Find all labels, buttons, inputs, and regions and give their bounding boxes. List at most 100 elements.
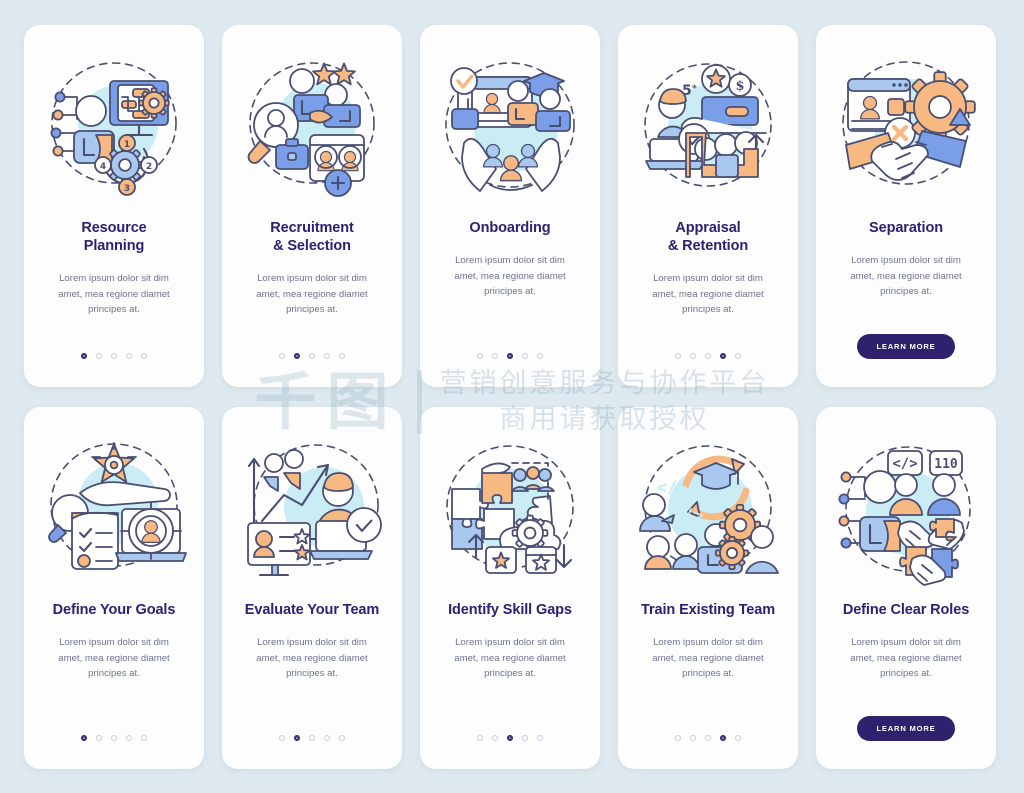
train-existing-team-illustration: </> </> xyxy=(628,429,788,589)
pagination-dot-1[interactable] xyxy=(477,735,483,741)
svg-text:3: 3 xyxy=(124,184,130,194)
pagination-dot-1[interactable] xyxy=(477,353,483,359)
pagination-dots[interactable] xyxy=(675,735,741,741)
card-body-text: Lorem ipsum dolor sit dim amet, mea regi… xyxy=(454,637,566,680)
card-footer: LEARN MORE xyxy=(816,334,996,359)
pagination-dot-1[interactable] xyxy=(675,353,681,359)
pagination-dot-3[interactable] xyxy=(111,735,117,741)
svg-text:$: $ xyxy=(735,79,744,94)
card-body-text: Lorem ipsum dolor sit dim amet, mea regi… xyxy=(58,637,170,680)
recruitment-selection-illustration xyxy=(232,47,392,207)
pagination-dots[interactable] xyxy=(477,735,543,741)
pagination-dot-2[interactable] xyxy=(492,353,498,359)
card-body-text: Lorem ipsum dolor sit dim amet, mea regi… xyxy=(652,637,764,680)
pagination-dot-3[interactable] xyxy=(111,353,117,359)
pagination-dot-5[interactable] xyxy=(537,353,543,359)
onboarding-card-identify-skill-gaps: Identify Skill Gaps Lorem ipsum dolor sit… xyxy=(420,407,600,769)
appraisal-retention-illustration: $ 5 * xyxy=(628,47,788,207)
card-footer xyxy=(420,735,600,741)
pagination-dot-5[interactable] xyxy=(141,353,147,359)
card-footer xyxy=(24,735,204,741)
pagination-dot-3-active[interactable] xyxy=(507,735,513,741)
card-footer xyxy=(420,353,600,359)
card-body-text: Lorem ipsum dolor sit dim amet, mea regi… xyxy=(256,273,368,316)
card-body-text: Lorem ipsum dolor sit dim amet, mea regi… xyxy=(454,255,566,298)
onboarding-card-recruitment-selection: Recruitment & Selection Lorem ipsum dolor… xyxy=(222,25,402,387)
pagination-dot-4[interactable] xyxy=(324,735,330,741)
define-clear-roles-illustration: </> 110 xyxy=(826,429,986,589)
card-body-text: Lorem ipsum dolor sit dim amet, mea regi… xyxy=(652,273,764,316)
pagination-dot-4[interactable] xyxy=(324,353,330,359)
pagination-dot-4[interactable] xyxy=(522,353,528,359)
pagination-dot-1[interactable] xyxy=(279,735,285,741)
pagination-dot-4-active[interactable] xyxy=(720,735,726,741)
pagination-dot-2[interactable] xyxy=(96,735,102,741)
pagination-dot-4[interactable] xyxy=(126,353,132,359)
pagination-dot-5[interactable] xyxy=(735,353,741,359)
pagination-dots[interactable] xyxy=(477,353,543,359)
separation-illustration xyxy=(826,47,986,207)
card-title: Define Clear Roles xyxy=(842,602,970,618)
pagination-dot-5[interactable] xyxy=(339,353,345,359)
svg-text:</>: </> xyxy=(892,456,917,472)
pagination-dot-1-active[interactable] xyxy=(81,735,87,741)
pagination-dot-5[interactable] xyxy=(537,735,543,741)
card-footer xyxy=(618,353,798,359)
pagination-dot-2-active[interactable] xyxy=(294,735,300,741)
pagination-dots[interactable] xyxy=(81,735,147,741)
pagination-dot-3-active[interactable] xyxy=(507,353,513,359)
card-title: Train Existing Team xyxy=(640,602,775,618)
pagination-dots[interactable] xyxy=(279,353,345,359)
pagination-dot-4[interactable] xyxy=(522,735,528,741)
pagination-dot-1[interactable] xyxy=(279,353,285,359)
card-footer xyxy=(222,735,402,741)
pagination-dot-4-active[interactable] xyxy=(720,353,726,359)
card-body-text: Lorem ipsum dolor sit dim amet, mea regi… xyxy=(850,637,962,680)
pagination-dot-3[interactable] xyxy=(705,735,711,741)
pagination-dot-5[interactable] xyxy=(735,735,741,741)
pagination-dot-1[interactable] xyxy=(675,735,681,741)
card-title: Appraisal & Retention xyxy=(667,220,749,255)
svg-text:1: 1 xyxy=(124,140,130,150)
onboarding-card-resource-planning: 1 2 3 4 Resource Planning Lorem ipsum dol… xyxy=(24,25,204,387)
resource-planning-illustration: 1 2 3 4 xyxy=(34,47,194,207)
pagination-dot-3[interactable] xyxy=(705,353,711,359)
onboarding-card-onboarding: Onboarding Lorem ipsum dolor sit dim amet… xyxy=(420,25,600,387)
pagination-dot-2-active[interactable] xyxy=(294,353,300,359)
svg-text:</>: </> xyxy=(657,478,688,498)
pagination-dot-2[interactable] xyxy=(690,353,696,359)
pagination-dots[interactable] xyxy=(279,735,345,741)
card-title: Onboarding xyxy=(469,220,551,236)
svg-text:4: 4 xyxy=(100,162,106,172)
svg-text:</>: </> xyxy=(673,506,704,526)
pagination-dot-5[interactable] xyxy=(339,735,345,741)
card-footer xyxy=(618,735,798,741)
card-footer xyxy=(222,353,402,359)
pagination-dot-4[interactable] xyxy=(126,735,132,741)
card-title: Recruitment & Selection xyxy=(270,220,354,255)
card-body-text: Lorem ipsum dolor sit dim amet, mea regi… xyxy=(256,637,368,680)
pagination-dot-2[interactable] xyxy=(96,353,102,359)
pagination-dot-2[interactable] xyxy=(492,735,498,741)
define-your-goals-illustration xyxy=(34,429,194,589)
learn-more-button[interactable]: LEARN MORE xyxy=(857,334,955,359)
pagination-dot-2[interactable] xyxy=(690,735,696,741)
pagination-dot-3[interactable] xyxy=(309,353,315,359)
pagination-dots[interactable] xyxy=(675,353,741,359)
card-footer: LEARN MORE xyxy=(816,716,996,741)
pagination-dots[interactable] xyxy=(81,353,147,359)
learn-more-button[interactable]: LEARN MORE xyxy=(857,716,955,741)
onboarding-card-train-existing-team: </> </> Train Existing Team Lorem ipsum d… xyxy=(618,407,798,769)
onboarding-card-define-clear-roles: </> 110 Define Clear Roles Lorem ipsum do… xyxy=(816,407,996,769)
pagination-dot-1-active[interactable] xyxy=(81,353,87,359)
pagination-dot-5[interactable] xyxy=(141,735,147,741)
identify-skill-gaps-illustration xyxy=(430,429,590,589)
card-title: Resource Planning xyxy=(81,220,147,255)
svg-text:110: 110 xyxy=(934,457,958,472)
pagination-dot-3[interactable] xyxy=(309,735,315,741)
onboarding-screens-collection: 千图 营销创意服务与协作平台 商用请获取授权 1 2 3 4 Resource … xyxy=(0,0,1024,793)
svg-text:2: 2 xyxy=(146,162,152,172)
card-grid: 1 2 3 4 Resource Planning Lorem ipsum dol… xyxy=(0,0,1024,793)
onboarding-card-evaluate-your-team: Evaluate Your Team Lorem ipsum dolor sit … xyxy=(222,407,402,769)
onboarding-card-separation: Separation Lorem ipsum dolor sit dim amet… xyxy=(816,25,996,387)
